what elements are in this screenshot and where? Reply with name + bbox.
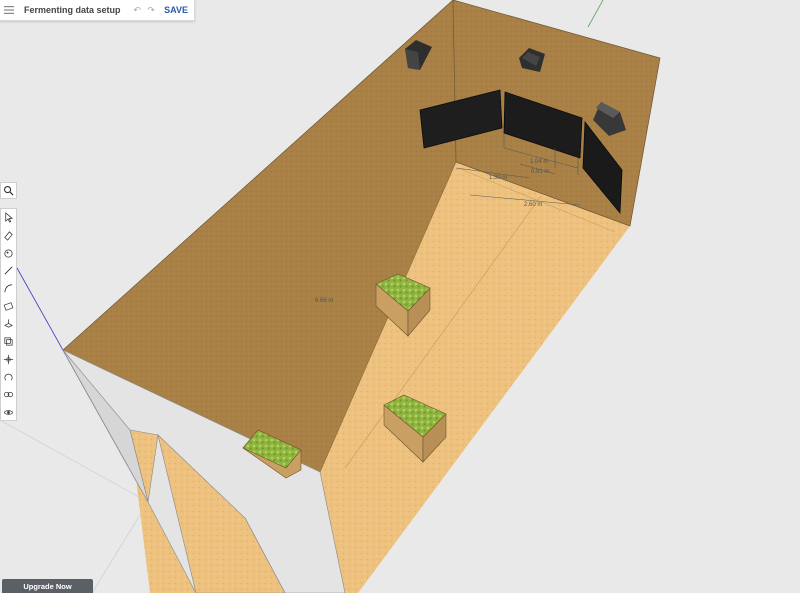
dimension-label-3: 1.30 m (489, 175, 507, 181)
document-title[interactable]: Fermenting data setup (24, 5, 121, 15)
dimension-label-1: 1.04 m (530, 159, 548, 165)
orbit-tool[interactable] (1, 404, 16, 422)
offset-tool[interactable] (1, 333, 16, 351)
push-pull-icon (4, 319, 13, 329)
tape-measure-icon (4, 392, 13, 398)
paint-tool[interactable] (1, 244, 16, 262)
tape-measure-tool[interactable] (1, 386, 16, 404)
arrow-cursor-icon (5, 212, 14, 223)
dimension-label-2: 0.91 m (531, 169, 549, 175)
search-tool-button[interactable] (0, 182, 17, 199)
paint-bucket-icon (4, 249, 13, 258)
dimension-label-5: 6.66 m (315, 298, 333, 304)
rotate-tool[interactable] (1, 368, 16, 386)
pencil-tool[interactable] (1, 262, 16, 280)
title-bar: Fermenting data setup ↶ ↷ SAVE (0, 0, 195, 21)
rotate-icon (4, 373, 13, 381)
offset-icon (4, 337, 13, 346)
push-pull-tool[interactable] (1, 315, 16, 333)
eraser-icon (4, 231, 13, 241)
eraser-tool[interactable] (1, 227, 16, 245)
hamburger-menu-icon[interactable] (0, 0, 18, 20)
move-tool[interactable] (1, 351, 16, 369)
undo-icon[interactable]: ↶ (130, 0, 144, 20)
select-tool[interactable] (1, 209, 16, 227)
pencil-icon (4, 266, 13, 275)
search-icon (4, 186, 14, 196)
rectangle-tool[interactable] (1, 297, 16, 315)
upgrade-now-button[interactable]: Upgrade Now (2, 579, 93, 593)
arc-icon (4, 284, 13, 293)
move-icon (3, 354, 14, 364)
save-button[interactable]: SAVE (164, 5, 188, 15)
dimension-label-4: 2.60 m (524, 202, 542, 208)
left-toolbar (0, 208, 17, 421)
3d-viewport[interactable]: 1.04 m 0.91 m 1.30 m 2.60 m 6.66 m (0, 0, 800, 593)
orbit-icon (4, 410, 13, 415)
redo-icon[interactable]: ↷ (144, 0, 158, 20)
arc-tool[interactable] (1, 280, 16, 298)
rectangle-icon (3, 301, 14, 311)
